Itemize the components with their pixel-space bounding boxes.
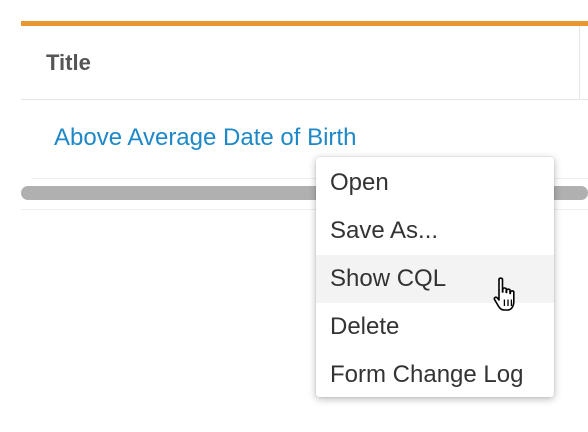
page: Title Above Average Date of Birth Open S… xyxy=(0,0,588,432)
menu-item-save-as[interactable]: Save As... xyxy=(316,207,554,255)
column-divider xyxy=(579,26,580,99)
column-header-title[interactable]: Title xyxy=(46,50,91,76)
table-header-row: Title xyxy=(21,26,588,100)
form-title-link[interactable]: Above Average Date of Birth xyxy=(54,124,356,152)
menu-item-form-change-log[interactable]: Form Change Log xyxy=(316,351,554,399)
hand-pointer-icon xyxy=(493,277,515,311)
menu-item-open[interactable]: Open xyxy=(316,159,554,207)
